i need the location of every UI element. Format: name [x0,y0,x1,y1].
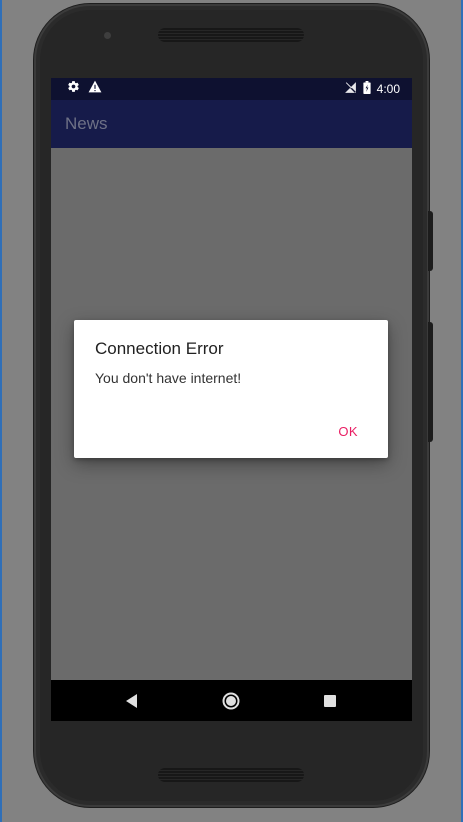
bottom-speaker [158,768,304,782]
dialog-title: Connection Error [95,339,224,358]
no-signal-icon [344,81,357,97]
back-icon[interactable] [121,690,143,712]
recents-icon[interactable] [319,690,341,712]
status-time: 4:00 [376,82,400,96]
top-speaker [158,28,304,42]
status-right-icons: 4:00 [344,81,400,97]
front-camera-icon [104,32,111,39]
warning-icon [88,80,102,98]
gear-icon [67,80,80,98]
app-title: News [65,114,108,133]
connection-error-dialog: Connection Error You don't have internet… [74,320,388,458]
home-icon[interactable] [220,690,242,712]
app-toolbar: News [51,100,412,148]
volume-button[interactable] [428,322,433,442]
navigation-bar [51,680,412,721]
battery-icon [363,81,371,97]
dialog-message: You don't have internet! [95,370,242,386]
power-button[interactable] [428,211,433,271]
ok-button[interactable]: OK [324,420,372,443]
status-left-icons [67,80,102,98]
window-edge-left [0,0,2,822]
status-bar: 4:00 [51,78,412,100]
